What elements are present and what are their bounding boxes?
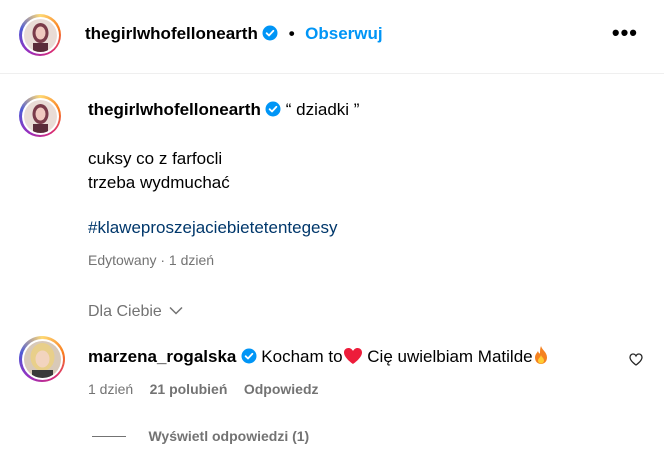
header-username[interactable]: thegirlwhofellonearth <box>85 24 258 43</box>
heart-emoji-icon <box>343 347 363 370</box>
verified-badge-icon <box>241 348 257 369</box>
view-replies-label: Wyświetl odpowiedzi (1) <box>148 428 310 444</box>
caption-avatar-image <box>23 99 57 133</box>
reply-button[interactable]: Odpowiedz <box>244 381 319 397</box>
commenter-username[interactable]: marzena_rogalska <box>88 347 236 366</box>
comment-likes[interactable]: 21 polubień <box>150 381 228 397</box>
comment-row: marzena_rogalska Kocham to Cię uwielbiam… <box>88 345 549 370</box>
author-avatar[interactable] <box>19 14 61 56</box>
author-avatar-image <box>23 18 57 52</box>
caption-avatar[interactable] <box>19 95 61 137</box>
view-replies-button[interactable]: Wyświetl odpowiedzi (1) <box>92 428 309 446</box>
verified-badge-icon <box>262 25 278 46</box>
comment-time[interactable]: 1 dzień <box>88 381 133 397</box>
post-header: thegirlwhofellonearth • Obserwuj ••• <box>0 0 664 74</box>
commenter-avatar[interactable] <box>19 336 65 382</box>
replies-divider <box>92 436 126 437</box>
comment-meta: 1 dzień 21 polubień Odpowiedz <box>88 381 319 399</box>
caption-meta: Edytowany · 1 dzień <box>88 252 215 268</box>
header-title-row: thegirlwhofellonearth • Obserwuj <box>85 24 383 46</box>
like-heart-icon[interactable] <box>629 353 643 371</box>
caption-title: “ dziadki ” <box>285 100 360 119</box>
more-options-icon[interactable]: ••• <box>612 22 638 44</box>
filter-label: Dla Ciebie <box>88 303 162 320</box>
comments-filter-dropdown[interactable]: Dla Ciebie <box>88 302 183 321</box>
caption-line: cuksy co z farfocli <box>88 149 223 168</box>
chevron-down-icon <box>169 302 183 320</box>
fire-emoji-icon <box>533 345 549 370</box>
follow-button[interactable]: Obserwuj <box>305 24 382 43</box>
commenter-avatar-image <box>23 340 61 378</box>
comment-text-part2: Cię uwielbiam Matilde <box>362 347 533 366</box>
caption-title-row: thegirlwhofellonearth “ dziadki ” <box>88 98 359 122</box>
verified-badge-icon <box>265 101 281 122</box>
header-separator: • <box>288 24 295 43</box>
caption-body: cuksy co z farfocli trzeba wydmuchać <box>88 147 230 195</box>
caption-line: trzeba wydmuchać <box>88 173 230 192</box>
hashtag-link[interactable]: #klaweproszejaciebietetentegesy <box>88 218 338 238</box>
comment-text-part1: Kocham to <box>261 347 343 366</box>
caption-username[interactable]: thegirlwhofellonearth <box>88 100 261 119</box>
